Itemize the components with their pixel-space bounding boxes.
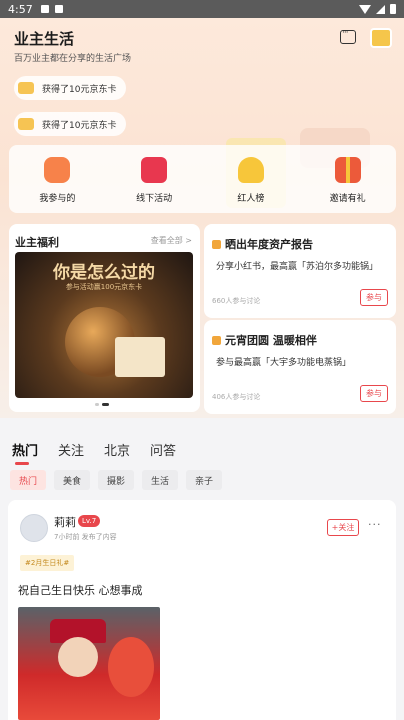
- more-icon[interactable]: ···: [368, 518, 382, 531]
- tab-hot[interactable]: 热门: [12, 440, 38, 465]
- welfare-banner[interactable]: 你是怎么过的 参与活动赢100元京东卡: [15, 252, 193, 398]
- welfare-title: 业主福利: [15, 236, 59, 249]
- feed-post[interactable]: 莉莉 Lv.7 7小时前 发布了内容 +关注 ··· #2月生日礼# 祝自己生日…: [8, 500, 396, 720]
- chip-food[interactable]: 美食: [54, 470, 90, 490]
- feed-tabs: 热门 关注 北京 问答: [12, 440, 176, 465]
- activity-desc: 分享小红书，最高赢「苏泊尔多功能锅」: [216, 262, 379, 272]
- post-text: 祝自己生日快乐 心想事成: [18, 584, 143, 597]
- status-bar: 4:57: [0, 0, 404, 18]
- activity-desc: 参与最高赢「大宇多功能电蒸锅」: [216, 358, 352, 368]
- category-label: 线下活动: [136, 194, 173, 204]
- category-invite[interactable]: 邀请有礼: [299, 145, 396, 213]
- welfare-card: 业主福利 查看全部 > 你是怎么过的 参与活动赢100元京东卡: [9, 224, 200, 412]
- status-time: 4:57: [8, 2, 33, 16]
- gift-box-image: [115, 337, 165, 377]
- carousel-dot-active: [102, 403, 109, 406]
- chip-life[interactable]: 生活: [142, 470, 178, 490]
- category-my-participation[interactable]: 我参与的: [9, 145, 106, 213]
- notification-pill: 获得了10元京东卡: [14, 76, 127, 100]
- page-subtitle: 百万业主都在分享的生活广场: [14, 54, 132, 64]
- fan-shape: [108, 637, 154, 697]
- carousel-dot: [95, 403, 99, 406]
- activity-title: 晒出年度资产报告: [225, 238, 313, 251]
- chip-parenting[interactable]: 亲子: [186, 470, 222, 490]
- activity-card[interactable]: 元宵团圆 温暖相伴 参与最高赢「大宇多功能电蒸锅」 406人参与讨论 参与: [204, 320, 396, 414]
- notification-icon: [54, 5, 63, 13]
- post-author[interactable]: 莉莉: [54, 514, 76, 530]
- activity-icon: [212, 239, 221, 249]
- level-badge: Lv.7: [78, 515, 101, 527]
- flag-icon: [141, 157, 168, 183]
- category-bar: 我参与的 线下活动 红人榜 邀请有礼: [9, 145, 396, 213]
- follow-button[interactable]: +关注: [327, 519, 359, 536]
- page-title: 业主生活: [14, 30, 75, 48]
- view-all-link[interactable]: 查看全部 >: [151, 235, 192, 246]
- category-offline-events[interactable]: 线下活动: [106, 145, 203, 213]
- notification-icon: [40, 5, 49, 13]
- card-icon: [18, 118, 34, 130]
- crown-icon: [237, 157, 264, 183]
- chat-bubble-icon: [44, 157, 71, 183]
- notification-text: 获得了10元京东卡: [42, 120, 117, 131]
- category-label: 邀请有礼: [329, 194, 366, 204]
- activity-count: 660人参与讨论: [212, 297, 261, 305]
- battery-icon: [390, 4, 396, 14]
- tab-follow[interactable]: 关注: [58, 440, 84, 459]
- signal-icon: [376, 4, 385, 14]
- user-avatar[interactable]: [370, 28, 392, 48]
- activity-count: 406人参与讨论: [212, 393, 261, 401]
- activity-card[interactable]: 晒出年度资产报告 分享小红书，最高赢「苏泊尔多功能锅」 660人参与讨论 参与: [204, 224, 396, 318]
- join-button[interactable]: 参与: [360, 289, 388, 306]
- message-icon[interactable]: [340, 28, 356, 44]
- avatar[interactable]: [20, 514, 48, 542]
- card-icon: [18, 82, 34, 94]
- banner-subtitle: 参与活动赢100元京东卡: [65, 283, 143, 291]
- category-influencer-rank[interactable]: 红人榜: [203, 145, 300, 213]
- category-label: 我参与的: [39, 194, 76, 204]
- category-label: 红人榜: [237, 194, 265, 204]
- activity-icon: [212, 335, 221, 345]
- tab-qa[interactable]: 问答: [150, 440, 176, 459]
- face-shape: [58, 637, 98, 677]
- notification-text: 获得了10元京东卡: [42, 84, 117, 95]
- post-image[interactable]: [18, 607, 160, 720]
- notification-pill: 获得了10元京东卡: [14, 112, 127, 136]
- gift-icon: [334, 157, 361, 183]
- join-button[interactable]: 参与: [360, 385, 388, 402]
- wifi-icon: [359, 4, 371, 14]
- post-topic-tag[interactable]: #2月生日礼#: [20, 555, 75, 571]
- carousel-dots: [95, 403, 109, 406]
- chip-photo[interactable]: 摄影: [98, 470, 134, 490]
- tab-beijing[interactable]: 北京: [104, 440, 130, 459]
- chip-hot[interactable]: 热门: [10, 470, 46, 490]
- activity-title: 元宵团圆 温暖相伴: [225, 334, 317, 347]
- filter-chips: 热门 美食 摄影 生活 亲子: [10, 470, 222, 490]
- post-time: 7小时前 发布了内容: [54, 533, 117, 541]
- banner-title: 你是怎么过的: [53, 263, 155, 283]
